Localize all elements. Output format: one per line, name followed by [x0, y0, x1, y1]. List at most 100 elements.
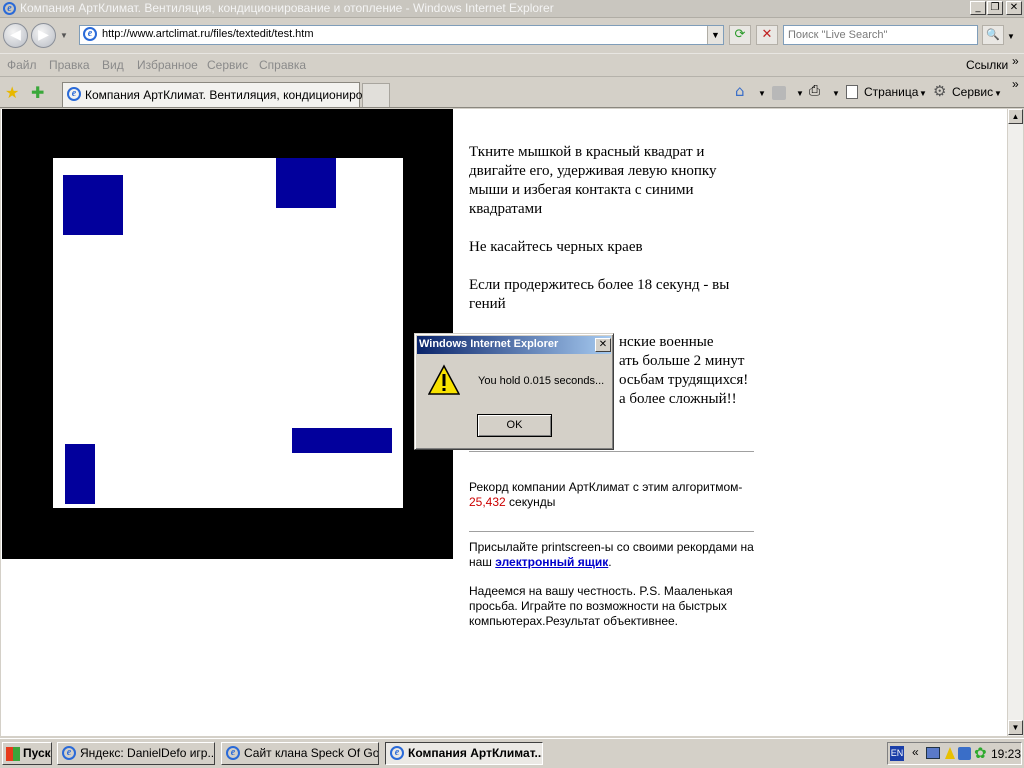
- military-text-line2: ать больше 2 минут: [619, 353, 745, 369]
- menu-file[interactable]: Файл: [7, 58, 37, 72]
- send-block: Присылайте printscreen-ы со своими рекор…: [469, 540, 754, 570]
- taskbar-item-active[interactable]: e Компания АртКлимат...: [385, 742, 543, 765]
- military-text-line4: а более сложный!!: [619, 391, 737, 407]
- print-dropdown-icon[interactable]: ▼: [832, 89, 840, 98]
- blue-square: [276, 158, 336, 208]
- blue-square: [292, 428, 392, 453]
- genius-text: Если продержитесь более 18 секунд - вы г…: [469, 277, 730, 312]
- task-ie-icon: e: [226, 746, 240, 760]
- blue-square: [65, 444, 95, 504]
- clock[interactable]: 19:23: [991, 747, 1021, 761]
- tools-menu-button[interactable]: Сервис: [952, 85, 993, 99]
- vertical-scrollbar[interactable]: ▲ ▼: [1007, 109, 1023, 736]
- window-title: Компания АртКлимат. Вентиляция, кондицио…: [20, 1, 554, 15]
- start-button[interactable]: Пуск: [2, 742, 52, 765]
- tray-expand-icon[interactable]: «: [912, 745, 919, 759]
- back-button[interactable]: ◀: [3, 23, 28, 48]
- tab-active-label: Компания АртКлимат. Вентиляция, кондицио…: [85, 88, 373, 102]
- page-icon: [846, 85, 858, 99]
- send-end: .: [608, 555, 612, 569]
- network-icon[interactable]: [926, 747, 940, 759]
- history-dropdown-icon[interactable]: ▼: [60, 31, 68, 40]
- rss-feed-icon[interactable]: [772, 86, 786, 100]
- menu-bar: Файл Правка Вид Избранное Сервис Справка…: [0, 53, 1024, 75]
- military-text-line3: осьбам трудящихся!: [619, 372, 749, 388]
- divider: [469, 531, 754, 532]
- address-url[interactable]: http://www.artclimat.ru/files/textedit/t…: [102, 28, 314, 40]
- dialog-titlebar[interactable]: Windows Internet Explorer ✕: [417, 336, 611, 354]
- links-label[interactable]: Ссылки: [966, 58, 1008, 72]
- military-text-line1: нские военные: [619, 334, 714, 350]
- search-icon[interactable]: 🔍: [982, 25, 1004, 45]
- scroll-down-icon[interactable]: ▼: [1008, 720, 1023, 735]
- record-value: 25,432: [469, 495, 506, 509]
- game-border[interactable]: [2, 109, 453, 559]
- menu-view[interactable]: Вид: [102, 58, 124, 72]
- page-ie-icon: e: [83, 27, 97, 41]
- record-block: Рекорд компании АртКлимат с этим алгорит…: [469, 480, 759, 510]
- address-dropdown-icon[interactable]: ▼: [707, 26, 723, 44]
- task-ie-icon: e: [62, 746, 76, 760]
- icq-flower-icon[interactable]: ✿: [974, 744, 987, 762]
- dialog-title: Windows Internet Explorer: [419, 338, 559, 350]
- feed-dropdown-icon[interactable]: ▼: [796, 89, 804, 98]
- start-label: Пуск: [23, 746, 51, 760]
- task-ie-icon: e: [390, 746, 404, 760]
- windows-logo-icon: [6, 747, 20, 761]
- menu-favorites[interactable]: Избранное: [137, 58, 198, 72]
- new-tab-button[interactable]: [362, 83, 390, 107]
- toolbar-overflow-icon[interactable]: »: [1012, 77, 1019, 91]
- taskbar-item-label: Яндекс: DanielDefo игр...: [80, 746, 215, 760]
- stop-button[interactable]: ✕: [756, 25, 778, 45]
- game-field[interactable]: [53, 158, 403, 508]
- close-button[interactable]: ✕: [1006, 1, 1022, 15]
- home-icon[interactable]: ⌂: [735, 82, 745, 100]
- menu-tools[interactable]: Сервис: [207, 58, 248, 72]
- search-input[interactable]: Поиск "Live Search": [783, 25, 978, 45]
- taskbar-item[interactable]: e Яндекс: DanielDefo игр...: [57, 742, 215, 765]
- taskbar-item-label: Компания АртКлимат...: [408, 746, 543, 760]
- alert-dialog: Windows Internet Explorer ✕ You hold 0.0…: [414, 333, 614, 450]
- favorites-star-icon[interactable]: ★: [5, 83, 19, 102]
- minimize-button[interactable]: _: [970, 1, 986, 15]
- refresh-button[interactable]: ⟳: [729, 25, 751, 45]
- language-indicator[interactable]: EN: [890, 746, 904, 761]
- taskbar-item[interactable]: e Сайт клана Speck Of Go...: [221, 742, 379, 765]
- address-toolbar: ◀ ▶ ▼ e http://www.artclimat.ru/files/te…: [0, 19, 1024, 52]
- maximize-button[interactable]: ❐: [987, 1, 1003, 15]
- tab-bar: ★ ✚ e Компания АртКлимат. Вентиляция, ко…: [0, 76, 1024, 108]
- links-overflow-icon[interactable]: »: [1012, 54, 1019, 68]
- record-unit: секунды: [505, 495, 556, 509]
- print-icon[interactable]: ⎙: [809, 83, 820, 99]
- home-dropdown-icon[interactable]: ▼: [758, 89, 766, 98]
- window-titlebar[interactable]: e Компания АртКлимат. Вентиляция, кондиц…: [0, 0, 1024, 18]
- taskbar-item-label: Сайт клана Speck Of Go...: [244, 746, 379, 760]
- edges-warning-text: Не касайтесь черных краев: [469, 239, 643, 255]
- email-link[interactable]: электронный ящик: [495, 555, 608, 569]
- ok-button[interactable]: OK: [477, 414, 552, 437]
- menu-help[interactable]: Справка: [259, 58, 306, 72]
- page-menu-button[interactable]: Страница: [864, 85, 918, 99]
- scroll-up-icon[interactable]: ▲: [1008, 109, 1023, 124]
- tab-ie-icon: e: [67, 87, 81, 101]
- honesty-text: Надеемся на вашу честность. P.S. Маалень…: [469, 584, 733, 628]
- warning-icon: [428, 364, 460, 395]
- ie-icon: e: [3, 2, 16, 15]
- dialog-close-button[interactable]: ✕: [595, 338, 611, 352]
- tools-dropdown-icon[interactable]: ▼: [994, 89, 1002, 98]
- tab-active[interactable]: e Компания АртКлимат. Вентиляция, кондиц…: [62, 82, 372, 107]
- gear-icon: ⚙: [933, 82, 947, 100]
- page-dropdown-icon[interactable]: ▼: [919, 89, 927, 98]
- add-favorite-icon[interactable]: ✚: [31, 83, 44, 102]
- tray-warning-icon[interactable]: [945, 747, 955, 759]
- divider: [469, 451, 754, 452]
- instructions-text: Ткните мышкой в красный квадрат и двигай…: [469, 144, 717, 217]
- address-field[interactable]: e http://www.artclimat.ru/files/textedit…: [79, 25, 724, 45]
- dialog-message: You hold 0.015 seconds...: [478, 375, 605, 387]
- tray-app-icon[interactable]: [958, 747, 971, 760]
- menu-edit[interactable]: Правка: [49, 58, 90, 72]
- search-options-icon[interactable]: ▼: [1007, 32, 1015, 41]
- system-tray: EN « ✿ 19:23: [887, 742, 1022, 765]
- forward-button[interactable]: ▶: [31, 23, 56, 48]
- taskbar: Пуск e Яндекс: DanielDefo игр... e Сайт …: [0, 738, 1024, 768]
